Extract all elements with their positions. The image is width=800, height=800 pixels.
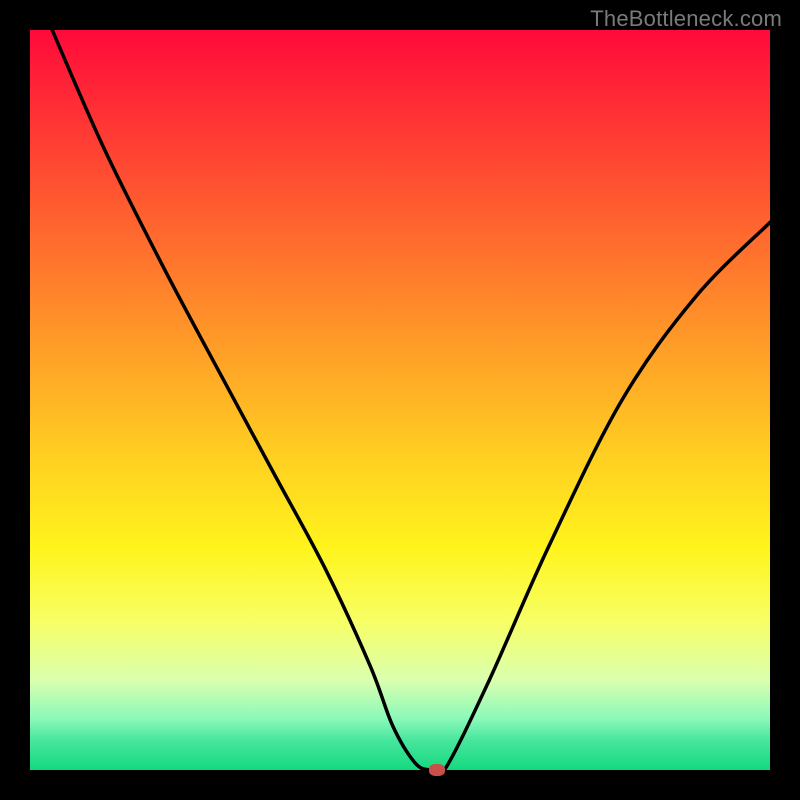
curve-path: [52, 30, 770, 770]
plot-area: [30, 30, 770, 770]
bottleneck-curve: [30, 30, 770, 770]
optimal-marker: [429, 764, 445, 776]
chart-frame: TheBottleneck.com: [0, 0, 800, 800]
watermark-text: TheBottleneck.com: [590, 6, 782, 32]
